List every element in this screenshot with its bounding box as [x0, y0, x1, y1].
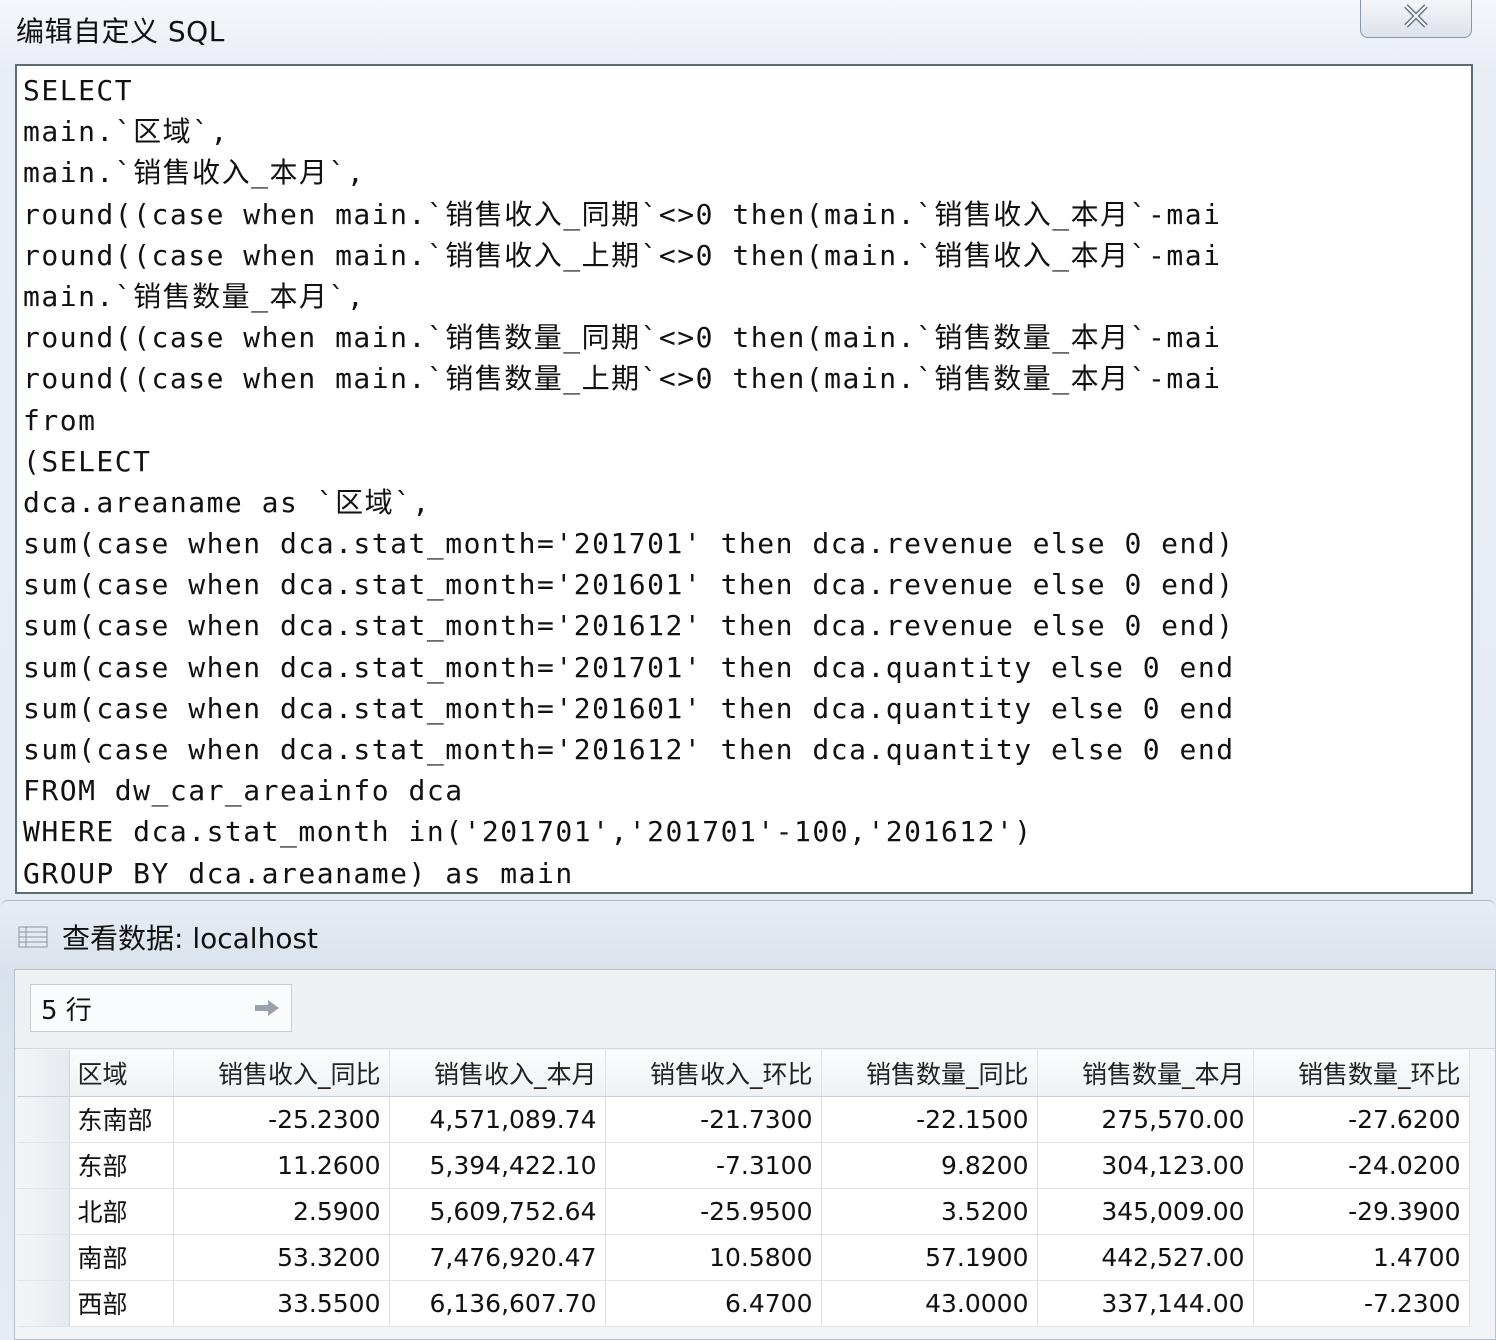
column-header[interactable]: 销售数量_同比	[821, 1050, 1038, 1097]
arrow-right-icon	[255, 1000, 279, 1016]
table-cell[interactable]: -7.3100	[605, 1142, 822, 1189]
table-row[interactable]: 东部 11.2600 5,394,422.10 -7.3100 9.8200 3…	[17, 1142, 1470, 1189]
sql-line: WHERE dca.stat_month in('201701','201701…	[23, 815, 1033, 849]
sql-line: FROM dw_car_areainfo dca	[23, 774, 464, 808]
table-row[interactable]: 北部 2.5900 5,609,752.64 -25.9500 3.5200 3…	[17, 1188, 1470, 1235]
window-titlebar: 查看数据: localhost	[18, 919, 318, 955]
sql-line: round((case when main.`销售收入_上期`<>0 then(…	[23, 238, 1222, 272]
table-cell[interactable]: 2.5900	[173, 1188, 390, 1235]
table-cell[interactable]: -24.0200	[1253, 1142, 1470, 1189]
table-cell[interactable]: 4,571,089.74	[389, 1096, 606, 1143]
table-cell[interactable]: 33.5500	[173, 1280, 390, 1327]
table-cell[interactable]: -21.7300	[605, 1096, 822, 1143]
table-cell[interactable]: 11.2600	[173, 1142, 390, 1189]
table-cell[interactable]: 1.4700	[1253, 1234, 1470, 1281]
sql-line: GROUP BY dca.areaname) as main	[23, 856, 574, 890]
table-cell[interactable]: 304,123.00	[1037, 1142, 1254, 1189]
table-cell[interactable]: 9.8200	[821, 1142, 1038, 1189]
table-cell[interactable]: -27.6200	[1253, 1096, 1470, 1143]
sql-line: (SELECT	[23, 444, 152, 478]
row-count: 5 行	[41, 995, 92, 1026]
sql-line: sum(case when dca.stat_month='201601' th…	[23, 691, 1235, 725]
table-row[interactable]: 西部 33.5500 6,136,607.70 6.4700 43.0000 3…	[17, 1280, 1470, 1327]
sql-editor[interactable]: SELECT main.`区域`, main.`销售收入_本月`, round(…	[15, 64, 1473, 894]
table-cell[interactable]: 北部	[69, 1188, 174, 1235]
table-cell[interactable]: 东南部	[69, 1096, 174, 1143]
row-header[interactable]	[17, 1142, 70, 1189]
table-cell[interactable]: 南部	[69, 1234, 174, 1281]
sql-line: sum(case when dca.stat_month='201701' th…	[23, 650, 1235, 684]
row-header[interactable]	[17, 1234, 70, 1281]
table-cell[interactable]: -25.2300	[173, 1096, 390, 1143]
table-cell[interactable]: 7,476,920.47	[389, 1234, 606, 1281]
data-grid[interactable]: 区域 销售收入_同比 销售收入_本月 销售收入_环比 销售数量_同比 销售数量_…	[17, 1050, 1470, 1327]
table-cell[interactable]: 43.0000	[821, 1280, 1038, 1327]
sql-line: sum(case when dca.stat_month='201612' th…	[23, 609, 1235, 643]
table-cell[interactable]: -25.9500	[605, 1188, 822, 1235]
data-panel: 5 行 区域 销售收入_同比 销售收入_本月 销售收入_环比 销售数量_同比 销…	[14, 969, 1496, 1340]
table-cell[interactable]: 5,394,422.10	[389, 1142, 606, 1189]
column-header[interactable]: 销售收入_本月	[389, 1050, 606, 1097]
table-cell[interactable]: 西部	[69, 1280, 174, 1327]
table-cell[interactable]: 442,527.00	[1037, 1234, 1254, 1281]
close-button[interactable]	[1360, 0, 1472, 38]
sql-text: SELECT main.`区域`, main.`销售收入_本月`, round(…	[23, 70, 1235, 892]
sql-line: round((case when main.`销售收入_同期`<>0 then(…	[23, 197, 1222, 231]
sql-line: main.`销售收入_本月`,	[23, 156, 366, 190]
toolbar: 5 行	[15, 970, 1495, 1049]
sql-line: round((case when main.`销售数量_上期`<>0 then(…	[23, 362, 1222, 396]
table-cell[interactable]: -22.1500	[821, 1096, 1038, 1143]
table-cell[interactable]: 53.3200	[173, 1234, 390, 1281]
custom-sql-dialog: 编辑自定义 SQL SELECT main.`区域`, main.`销售收入_本…	[0, 0, 1496, 905]
sql-line: round((case when main.`销售数量_同期`<>0 then(…	[23, 321, 1222, 355]
column-header[interactable]: 销售数量_环比	[1253, 1050, 1470, 1097]
table-cell[interactable]: 6.4700	[605, 1280, 822, 1327]
table-cell[interactable]: 东部	[69, 1142, 174, 1189]
row-header[interactable]	[17, 1096, 70, 1143]
table-cell[interactable]: 10.5800	[605, 1234, 822, 1281]
row-header-corner	[17, 1050, 70, 1097]
sql-line: main.`区域`,	[23, 115, 229, 149]
table-row[interactable]: 东南部 -25.2300 4,571,089.74 -21.7300 -22.1…	[17, 1096, 1470, 1143]
sql-line: from	[23, 403, 97, 437]
column-header[interactable]: 销售数量_本月	[1037, 1050, 1254, 1097]
table-cell[interactable]: 6,136,607.70	[389, 1280, 606, 1327]
table-cell[interactable]: 275,570.00	[1037, 1096, 1254, 1143]
table-cell[interactable]: 5,609,752.64	[389, 1188, 606, 1235]
sql-line: sum(case when dca.stat_month='201701' th…	[23, 527, 1235, 561]
table-cell[interactable]: 345,009.00	[1037, 1188, 1254, 1235]
row-header[interactable]	[17, 1188, 70, 1235]
table-cell[interactable]: -29.3900	[1253, 1188, 1470, 1235]
table-cell[interactable]: 337,144.00	[1037, 1280, 1254, 1327]
sql-line: sum(case when dca.stat_month='201601' th…	[23, 568, 1235, 602]
sql-line: main.`销售数量_本月`,	[23, 279, 366, 313]
sql-line: SELECT	[23, 74, 134, 107]
table-cell[interactable]: 57.1900	[821, 1234, 1038, 1281]
view-data-window: 查看数据: localhost 5 行 区域 销售收入_同比 销售收入_本月 销…	[0, 900, 1496, 1340]
table-row[interactable]: 南部 53.3200 7,476,920.47 10.5800 57.1900 …	[17, 1234, 1470, 1281]
column-header[interactable]: 销售收入_同比	[173, 1050, 390, 1097]
column-header[interactable]: 区域	[69, 1050, 174, 1097]
dialog-title: 编辑自定义 SQL	[16, 15, 225, 48]
go-arrow-button[interactable]	[251, 994, 283, 1022]
row-header[interactable]	[17, 1280, 70, 1327]
column-header[interactable]: 销售收入_环比	[605, 1050, 822, 1097]
window-title: 查看数据: localhost	[62, 922, 319, 955]
grid-icon	[18, 926, 48, 948]
close-icon	[1404, 4, 1428, 28]
sql-line: sum(case when dca.stat_month='201612' th…	[23, 733, 1235, 766]
sql-line: dca.areaname as `区域`,	[23, 485, 431, 519]
row-count-field[interactable]: 5 行	[30, 984, 292, 1032]
table-cell[interactable]: 3.5200	[821, 1188, 1038, 1235]
header-row: 区域 销售收入_同比 销售收入_本月 销售收入_环比 销售数量_同比 销售数量_…	[17, 1050, 1470, 1097]
table-cell[interactable]: -7.2300	[1253, 1280, 1470, 1327]
